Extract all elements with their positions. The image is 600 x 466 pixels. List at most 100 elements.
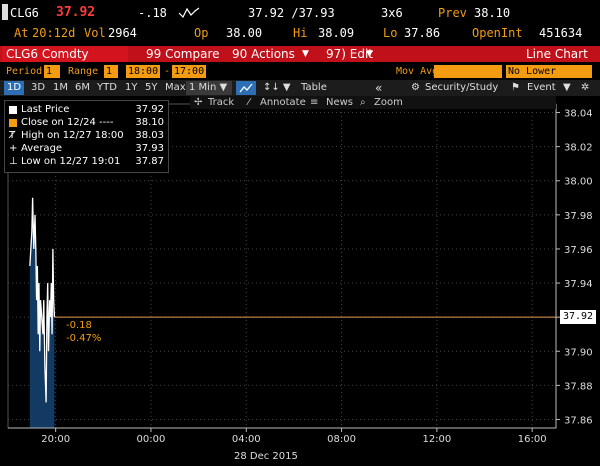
track-icon[interactable]: ✢	[194, 96, 202, 109]
x-tick-label: 08:00	[327, 434, 356, 445]
vol-label: Vol	[84, 26, 106, 40]
line-chart-icon[interactable]	[236, 81, 256, 95]
at-time: 20:12d	[32, 26, 76, 40]
legend-value: 37.92	[135, 104, 164, 115]
legend-value: 37.87	[135, 156, 164, 167]
date-label: 28 Dec 2015	[234, 451, 298, 462]
quote-line-2: At 20:12d Vol 2964 Op 38.00 Hi 38.09 Lo …	[0, 24, 600, 42]
hi-label: Hi	[293, 26, 308, 40]
edit-dropdown-icon[interactable]: ▼	[366, 46, 373, 62]
legend-value: 38.10	[135, 117, 164, 128]
settings-gear-icon[interactable]: ✲	[578, 81, 592, 95]
time-from-field[interactable]: 18:00	[126, 65, 160, 78]
event-button[interactable]: Event	[524, 81, 559, 95]
period-field[interactable]: 1	[44, 65, 60, 78]
lower-chart-select[interactable]: No Lower Chart	[506, 65, 592, 90]
time-to-field[interactable]: 17:00	[172, 65, 206, 78]
legend-row-last-price: Last Price 37.92	[9, 104, 164, 116]
compare-menu[interactable]: 99 Compare	[146, 46, 220, 62]
high-marker-icon: Ⱦ	[9, 130, 16, 141]
actions-menu[interactable]: 90 Actions	[232, 46, 295, 62]
bid-ask: 37.92 /37.93	[248, 6, 335, 20]
last-price: 37.92	[56, 5, 96, 20]
ticker: CLG6	[10, 6, 39, 20]
range-max-button[interactable]: Max	[162, 81, 189, 95]
hi-value: 38.09	[318, 26, 355, 40]
range-1m-button[interactable]: 1M	[50, 81, 71, 95]
prev-label: Prev	[438, 6, 467, 20]
range-3d-button[interactable]: 3D	[28, 81, 48, 95]
security-study-icon[interactable]: ⚙	[408, 81, 423, 95]
legend-value: 38.03	[135, 130, 164, 141]
x-tick-label: 12:00	[422, 434, 451, 445]
x-tick-label: 20:00	[41, 434, 70, 445]
time-separator: -	[164, 66, 171, 77]
studies-icon[interactable]: ↕↓ ▼	[260, 81, 294, 95]
collapse-button[interactable]: «	[372, 81, 385, 95]
prev-value: 38.10	[474, 6, 511, 20]
legend-label: Last Price	[21, 104, 70, 115]
sparkline-icon	[178, 7, 200, 19]
legend-label: Average	[21, 143, 63, 154]
last-price-swatch	[9, 106, 17, 114]
annotate-icon[interactable]: ⁄	[248, 96, 250, 109]
event-dropdown-icon[interactable]: ▼	[560, 81, 574, 95]
range-label: Range	[68, 66, 99, 77]
zoom-button[interactable]: Zoom	[374, 96, 403, 109]
y-tick-label: 37.88	[564, 381, 593, 392]
range-1d-button[interactable]: 1D	[4, 81, 25, 95]
news-button[interactable]: News	[326, 96, 353, 109]
at-label: At	[14, 26, 29, 40]
x-tick-label: 16:00	[518, 434, 547, 445]
table-button[interactable]: Table	[298, 81, 330, 95]
average-marker-icon: +	[9, 143, 18, 154]
lo-label: Lo	[383, 26, 398, 40]
interval-label: 1 Min	[189, 82, 217, 93]
legend-row-low: ⊥ Low on 12/27 19:01 37.87	[9, 156, 164, 168]
security-field[interactable]: CLG6 Comdty	[2, 46, 128, 62]
x-tick-label: 04:00	[232, 434, 261, 445]
y-tick-label: 38.02	[564, 143, 593, 154]
x-tick-label: 00:00	[137, 434, 166, 445]
chart-type-title: Line Chart	[526, 47, 588, 61]
y-tick-label: 38.04	[564, 109, 593, 120]
y-tick-label: 37.94	[564, 279, 593, 290]
openint-value: 451634	[539, 26, 583, 40]
legend-value: 37.93	[135, 143, 164, 154]
legend-label: Close on 12/24 ----	[21, 117, 114, 128]
op-value: 38.00	[226, 26, 263, 40]
y-tick-label: 38.00	[564, 177, 593, 188]
legend-row-close: Close on 12/24 ---- 38.10	[9, 117, 164, 129]
bloomberg-chart-window: CLG6 37.92 -.18 37.92 /37.93 3x6 Prev 38…	[0, 0, 600, 466]
menu-bar: CLG6 Comdty 99 Compare 90 Actions ▼ 97) …	[0, 46, 600, 62]
openint-label: OpenInt	[472, 26, 523, 40]
op-label: Op	[194, 26, 209, 40]
interval-select[interactable]: 1 Min ▼	[186, 81, 232, 95]
legend-label: Low on 12/27 19:01	[21, 156, 121, 167]
flag-icon[interactable]: ⚑	[508, 81, 523, 95]
net-change: -.18	[138, 6, 167, 20]
y-tick-label: 37.96	[564, 245, 593, 256]
annotate-button[interactable]: Annotate	[260, 96, 306, 109]
ticker-marker	[2, 4, 8, 20]
vol-value: 2964	[108, 26, 137, 40]
range-ytd-button[interactable]: YTD	[94, 81, 120, 95]
change-abs-label: -0.18	[66, 320, 92, 331]
zoom-icon[interactable]: ⌕	[360, 96, 366, 109]
range-6m-button[interactable]: 6M	[72, 81, 93, 95]
quote-line-1: CLG6 37.92 -.18 37.92 /37.93 3x6 Prev 38…	[0, 2, 600, 22]
price-area	[29, 197, 556, 428]
y-tick-label: 37.86	[564, 415, 593, 426]
range-field[interactable]: 1	[104, 65, 118, 78]
range-1y-button[interactable]: 1Y	[122, 81, 140, 95]
low-marker-icon: ⊥	[9, 156, 18, 167]
lo-value: 37.86	[404, 26, 441, 40]
news-icon[interactable]: ≡	[310, 96, 318, 109]
security-study-button[interactable]: Security/Study	[422, 81, 501, 95]
range-5y-button[interactable]: 5Y	[142, 81, 160, 95]
actions-dropdown-icon[interactable]: ▼	[302, 46, 309, 62]
mov-avg-field[interactable]	[434, 65, 502, 78]
period-controls: Period 1 Range 1 18:00 - 17:00 Mov Avg N…	[0, 64, 600, 90]
legend-row-average: + Average 37.93	[9, 143, 164, 155]
track-button[interactable]: Track	[208, 96, 234, 109]
